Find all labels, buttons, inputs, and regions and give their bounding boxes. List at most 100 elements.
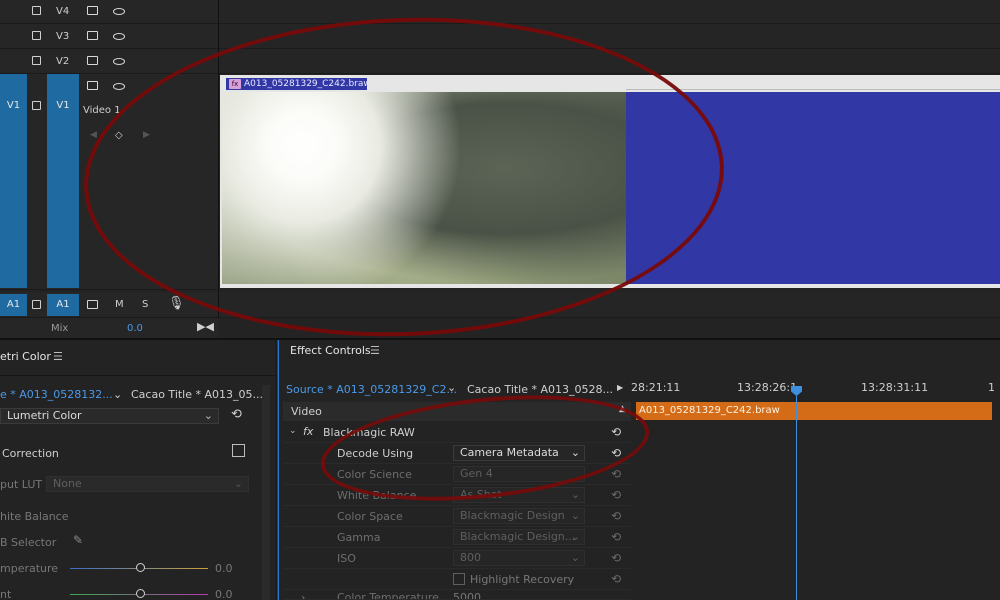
lock-icon[interactable] bbox=[32, 101, 41, 110]
ec-seq-tab[interactable]: Cacao Title * A013_0528... bbox=[467, 383, 613, 396]
track-label: V2 bbox=[56, 56, 70, 67]
solo-button[interactable]: S bbox=[142, 299, 148, 310]
mix-collapse-icon[interactable]: ▶◀ bbox=[197, 320, 214, 333]
chevron-down-icon[interactable]: ⌄ bbox=[113, 388, 122, 401]
temperature-knob[interactable] bbox=[136, 563, 145, 572]
premiere-window: V4 V3 V2 V1 V1 Video 1 ◀ ◇ ▶ A013_052813… bbox=[0, 0, 1000, 600]
reset-icon[interactable]: ⟲ bbox=[611, 530, 621, 544]
ec-row-gamma: Gamma Blackmagic Design... ⌄ ⟲ bbox=[283, 527, 631, 548]
fx-icon[interactable]: fx bbox=[303, 425, 313, 438]
reset-icon[interactable]: ⟲ bbox=[231, 407, 242, 422]
lumetri-tabbar: etri Color ☰ bbox=[0, 340, 275, 376]
track-label: V4 bbox=[56, 6, 70, 17]
timecode-2: 13:28:26:1 bbox=[737, 381, 798, 394]
highlight-recovery-checkbox[interactable] bbox=[453, 573, 465, 585]
reset-icon[interactable]: ⟲ bbox=[611, 488, 621, 502]
eye-icon[interactable] bbox=[113, 83, 125, 90]
chevron-down-icon: ⌄ bbox=[233, 477, 243, 490]
lumetri-effect-label: Lumetri Color bbox=[7, 409, 82, 422]
color-temperature-value[interactable]: 5000 bbox=[453, 591, 481, 599]
eye-icon[interactable] bbox=[113, 58, 125, 65]
lock-icon[interactable] bbox=[32, 300, 41, 309]
sync-icon[interactable] bbox=[87, 56, 98, 65]
source-patch-a1[interactable]: A1 bbox=[0, 294, 27, 316]
track-name: Video 1 bbox=[83, 105, 121, 116]
target-a1[interactable]: A1 bbox=[47, 294, 79, 316]
iso-select[interactable]: 800 ⌄ bbox=[453, 550, 585, 566]
timecode-4: 1 bbox=[988, 381, 995, 394]
chevron-right-icon[interactable]: › bbox=[301, 591, 305, 599]
track-label: V3 bbox=[56, 31, 70, 42]
playhead-line[interactable] bbox=[796, 388, 797, 600]
input-lut-select[interactable]: None ⌄ bbox=[46, 476, 249, 492]
eye-icon[interactable] bbox=[113, 33, 125, 40]
ec-time-ruler[interactable] bbox=[631, 378, 1000, 402]
lock-icon[interactable] bbox=[32, 56, 41, 65]
tint-knob[interactable] bbox=[136, 589, 145, 598]
reset-icon[interactable]: ⟲ bbox=[611, 509, 621, 523]
effect-controls-title[interactable]: Effect Controls bbox=[290, 344, 371, 357]
sync-icon[interactable] bbox=[87, 6, 98, 15]
lumetri-source-tab[interactable]: e * A013_0528132... bbox=[0, 388, 113, 401]
reset-icon[interactable]: ⟲ bbox=[611, 551, 621, 565]
lumetri-clip-tabs: e * A013_0528132... ⌄ Cacao Title * A013… bbox=[0, 384, 275, 404]
eyedropper-icon[interactable]: ✎ bbox=[73, 533, 83, 547]
lock-icon[interactable] bbox=[32, 31, 41, 40]
input-lut-label: put LUT bbox=[0, 478, 43, 491]
chevron-down-icon[interactable]: ⌄ bbox=[289, 426, 297, 436]
wb-selector-label: B Selector bbox=[0, 536, 57, 549]
color-temperature-label: Color Temperature bbox=[337, 591, 439, 600]
menu-icon[interactable]: ☰ bbox=[370, 344, 380, 357]
panel-focus-border bbox=[278, 340, 279, 600]
ec-row-color-temperature: › Color Temperature 5000 bbox=[283, 590, 631, 600]
ec-clip-bar[interactable]: A013_05281329_C242.braw bbox=[636, 402, 992, 420]
sync-icon[interactable] bbox=[87, 31, 98, 40]
tint-label: nt bbox=[0, 588, 12, 600]
prev-keyframe-icon[interactable]: ◀ bbox=[90, 130, 97, 140]
section-checkbox[interactable] bbox=[232, 444, 245, 457]
play-icon[interactable]: ▶ bbox=[617, 383, 623, 392]
temperature-value[interactable]: 0.0 bbox=[215, 562, 233, 575]
menu-icon[interactable]: ☰ bbox=[53, 350, 63, 363]
clip-divider bbox=[626, 89, 1000, 90]
mute-button[interactable]: M bbox=[115, 299, 124, 310]
sync-icon[interactable] bbox=[87, 81, 98, 90]
input-lut-value: None bbox=[53, 477, 82, 490]
chevron-down-icon[interactable]: ⌄ bbox=[447, 381, 456, 394]
track-header-v3[interactable]: V3 bbox=[0, 24, 218, 49]
chevron-down-icon: ⌄ bbox=[570, 551, 580, 564]
white-balance-label: hite Balance bbox=[0, 510, 69, 523]
highlight-recovery-label: Highlight Recovery bbox=[470, 573, 575, 586]
lumetri-effect-select[interactable]: Lumetri Color ⌄ bbox=[0, 408, 219, 424]
reset-icon[interactable]: ⟲ bbox=[611, 572, 621, 586]
ec-row-label: Color Space bbox=[337, 510, 403, 523]
chevron-down-icon: ⌄ bbox=[570, 530, 580, 543]
gamma-select[interactable]: Blackmagic Design... ⌄ bbox=[453, 529, 585, 545]
eye-icon[interactable] bbox=[113, 8, 125, 15]
tint-value[interactable]: 0.0 bbox=[215, 588, 233, 600]
sync-icon[interactable] bbox=[87, 300, 98, 309]
reset-icon[interactable]: ⟲ bbox=[611, 467, 621, 481]
chevron-down-icon: ⌄ bbox=[570, 509, 580, 522]
ec-row-label: Gamma bbox=[337, 531, 381, 544]
ec-source-tab[interactable]: Source * A013_05281329_C2... bbox=[286, 383, 457, 396]
source-patch-v1[interactable]: V1 bbox=[0, 74, 27, 288]
lumetri-panel: etri Color ☰ e * A013_0528132... ⌄ Cacao… bbox=[0, 340, 275, 600]
lumetri-seq-tab[interactable]: Cacao Title * A013_05... bbox=[131, 388, 263, 401]
temperature-label: mperature bbox=[0, 562, 59, 575]
microphone-icon[interactable]: 🎙 bbox=[168, 296, 185, 311]
color-space-select[interactable]: Blackmagic Design ⌄ bbox=[453, 508, 585, 524]
ec-row-color-space: Color Space Blackmagic Design ⌄ ⟲ bbox=[283, 506, 631, 527]
lumetri-scrollbar[interactable] bbox=[262, 385, 270, 600]
mix-value[interactable]: 0.0 bbox=[127, 323, 143, 334]
lock-icon[interactable] bbox=[32, 6, 41, 15]
chevron-down-icon: ⌄ bbox=[203, 409, 213, 422]
target-v1[interactable]: V1 bbox=[47, 74, 79, 288]
gamma-value: Blackmagic Design... bbox=[460, 530, 576, 543]
timecode-3: 13:28:31:11 bbox=[861, 381, 929, 394]
lumetri-tab-title[interactable]: etri Color bbox=[0, 350, 51, 363]
track-header-v4[interactable]: V4 bbox=[0, 0, 218, 24]
section-correction-label[interactable]: Correction bbox=[2, 447, 59, 460]
track-lane-v4[interactable] bbox=[219, 0, 1000, 24]
mix-label: Mix bbox=[51, 323, 69, 334]
